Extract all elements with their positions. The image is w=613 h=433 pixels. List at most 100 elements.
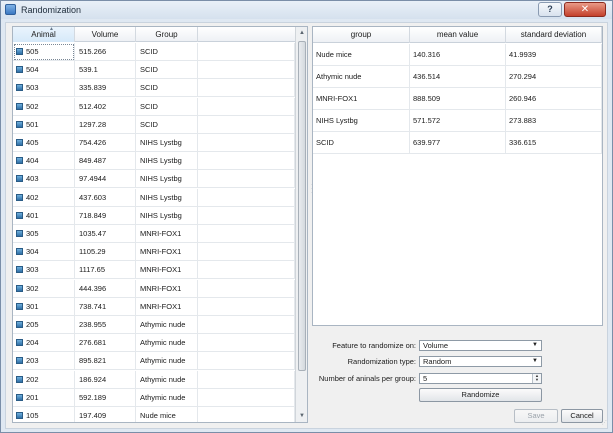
animal-cell[interactable]: 503 xyxy=(13,79,75,98)
stats-mean-cell[interactable]: 436.514 xyxy=(410,66,506,88)
animal-cell[interactable]: 205 xyxy=(13,316,75,334)
group-cell[interactable]: MNRI-FOX1 xyxy=(136,225,198,243)
table-row[interactable]: 203 895.821 Athymic nude xyxy=(13,352,295,371)
table-row[interactable]: 404 849.487 NIHS Lystbg xyxy=(13,152,295,171)
close-button[interactable]: ✕ xyxy=(564,2,606,17)
spin-down-icon[interactable]: ▼ xyxy=(533,378,541,382)
feature-select[interactable]: Volume ▼ xyxy=(419,340,542,351)
stats-sd-cell[interactable]: 260.946 xyxy=(506,88,602,110)
table-row[interactable]: 502 512.402 SCID xyxy=(13,97,295,116)
animal-cell[interactable]: 504 xyxy=(13,61,75,80)
group-cell[interactable]: NIHS Lystbg xyxy=(136,206,198,225)
group-cell[interactable]: MNRI-FOX1 xyxy=(136,297,198,316)
volume-cell[interactable]: 335.839 xyxy=(75,79,136,98)
table-row[interactable]: 303 1117.65 MNRI-FOX1 xyxy=(13,261,295,280)
stats-sd-cell[interactable]: 270.294 xyxy=(506,66,602,88)
animal-cell[interactable]: 505 xyxy=(13,43,75,61)
animal-cell[interactable]: 301 xyxy=(13,297,75,316)
volume-cell[interactable]: 512.402 xyxy=(75,97,136,116)
animal-cell[interactable]: 105 xyxy=(13,407,75,422)
animal-cell[interactable]: 201 xyxy=(13,388,75,407)
volume-cell[interactable]: 515.266 xyxy=(75,43,136,61)
stats-group-cell[interactable]: Athymic nude xyxy=(313,66,410,88)
animal-cell[interactable]: 402 xyxy=(13,188,75,207)
randomize-button[interactable]: Randomize xyxy=(419,388,542,402)
stats-mean-cell[interactable]: 639.977 xyxy=(410,132,506,154)
resize-grip-icon[interactable]: ⋰ xyxy=(602,421,608,428)
animals-vertical-scrollbar[interactable]: ▲ ▼ xyxy=(295,27,307,422)
animal-cell[interactable]: 204 xyxy=(13,334,75,353)
stats-group-cell[interactable]: SCID xyxy=(313,132,410,154)
volume-cell[interactable]: 276.681 xyxy=(75,334,136,353)
table-row[interactable]: 505 515.266 SCID xyxy=(13,43,295,61)
randomization-type-select[interactable]: Random ▼ xyxy=(419,356,542,367)
volume-cell[interactable]: 849.487 xyxy=(75,152,136,171)
table-row[interactable]: 504 539.1 SCID xyxy=(13,61,295,80)
table-row[interactable]: 304 1105.29 MNRI-FOX1 xyxy=(13,243,295,262)
stats-sd-cell[interactable]: 336.615 xyxy=(506,132,602,154)
animal-cell[interactable]: 305 xyxy=(13,225,75,243)
title-bar[interactable]: Randomization ? ✕ xyxy=(1,1,612,19)
table-row[interactable]: NIHS Lystbg 571.572 273.883 xyxy=(313,110,602,132)
animal-cell[interactable]: 203 xyxy=(13,352,75,371)
column-header-volume[interactable]: Volume xyxy=(75,27,136,42)
scroll-down-arrow-icon[interactable]: ▼ xyxy=(296,410,307,422)
table-row[interactable]: 403 97.4944 NIHS Lystbg xyxy=(13,170,295,189)
group-cell[interactable]: Nude mice xyxy=(136,407,198,422)
group-cell[interactable]: MNRI-FOX1 xyxy=(136,243,198,262)
group-cell[interactable]: Athymic nude xyxy=(136,352,198,371)
volume-cell[interactable]: 1035.47 xyxy=(75,225,136,243)
animal-cell[interactable]: 501 xyxy=(13,115,75,134)
animal-cell[interactable]: 302 xyxy=(13,279,75,298)
group-cell[interactable]: Athymic nude xyxy=(136,370,198,389)
column-header-standard-deviation[interactable]: standard deviation xyxy=(506,27,602,43)
column-header-group[interactable]: group xyxy=(313,27,410,43)
table-row[interactable]: SCID 639.977 336.615 xyxy=(313,132,602,154)
stats-mean-cell[interactable]: 140.316 xyxy=(410,44,506,66)
volume-cell[interactable]: 1105.29 xyxy=(75,243,136,262)
group-cell[interactable]: Athymic nude xyxy=(136,334,198,353)
table-row[interactable]: 501 1297.28 SCID xyxy=(13,115,295,134)
stats-mean-cell[interactable]: 571.572 xyxy=(410,110,506,132)
group-cell[interactable]: SCID xyxy=(136,61,198,80)
table-row[interactable]: Nude mice 140.316 41.9939 xyxy=(313,44,602,66)
group-cell[interactable]: Athymic nude xyxy=(136,388,198,407)
table-row[interactable]: 402 437.603 NIHS Lystbg xyxy=(13,188,295,207)
table-row[interactable]: MNRI-FOX1 888.509 260.946 xyxy=(313,88,602,110)
animals-per-group-spinbox[interactable]: 5 ▲ ▼ xyxy=(419,373,542,384)
volume-cell[interactable]: 754.426 xyxy=(75,134,136,152)
save-button[interactable]: Save xyxy=(514,409,558,423)
scroll-up-arrow-icon[interactable]: ▲ xyxy=(296,27,307,39)
stats-sd-cell[interactable]: 273.883 xyxy=(506,110,602,132)
volume-cell[interactable]: 238.955 xyxy=(75,316,136,334)
animal-cell[interactable]: 405 xyxy=(13,134,75,152)
group-cell[interactable]: NIHS Lystbg xyxy=(136,152,198,171)
volume-cell[interactable]: 197.409 xyxy=(75,407,136,422)
animal-cell[interactable]: 303 xyxy=(13,261,75,280)
table-row[interactable]: 401 718.849 NIHS Lystbg xyxy=(13,206,295,225)
stats-mean-cell[interactable]: 888.509 xyxy=(410,88,506,110)
table-row[interactable]: 305 1035.47 MNRI-FOX1 xyxy=(13,225,295,243)
group-cell[interactable]: SCID xyxy=(136,97,198,116)
volume-cell[interactable]: 97.4944 xyxy=(75,170,136,189)
animal-cell[interactable]: 401 xyxy=(13,206,75,225)
animal-cell[interactable]: 304 xyxy=(13,243,75,262)
volume-cell[interactable]: 718.849 xyxy=(75,206,136,225)
volume-cell[interactable]: 539.1 xyxy=(75,61,136,80)
table-row[interactable]: 302 444.396 MNRI-FOX1 xyxy=(13,279,295,298)
stats-group-cell[interactable]: NIHS Lystbg xyxy=(313,110,410,132)
group-cell[interactable]: SCID xyxy=(136,115,198,134)
stats-group-cell[interactable]: Nude mice xyxy=(313,44,410,66)
cancel-button[interactable]: Cancel xyxy=(561,409,603,423)
animal-cell[interactable]: 202 xyxy=(13,370,75,389)
volume-cell[interactable]: 1297.28 xyxy=(75,115,136,134)
stats-sd-cell[interactable]: 41.9939 xyxy=(506,44,602,66)
table-row[interactable]: 105 197.409 Nude mice xyxy=(13,407,295,422)
stats-group-cell[interactable]: MNRI-FOX1 xyxy=(313,88,410,110)
animal-cell[interactable]: 502 xyxy=(13,97,75,116)
animal-cell[interactable]: 403 xyxy=(13,170,75,189)
table-row[interactable]: 201 592.189 Athymic nude xyxy=(13,388,295,407)
scroll-thumb[interactable] xyxy=(298,41,306,371)
volume-cell[interactable]: 592.189 xyxy=(75,388,136,407)
table-row[interactable]: 205 238.955 Athymic nude xyxy=(13,316,295,334)
